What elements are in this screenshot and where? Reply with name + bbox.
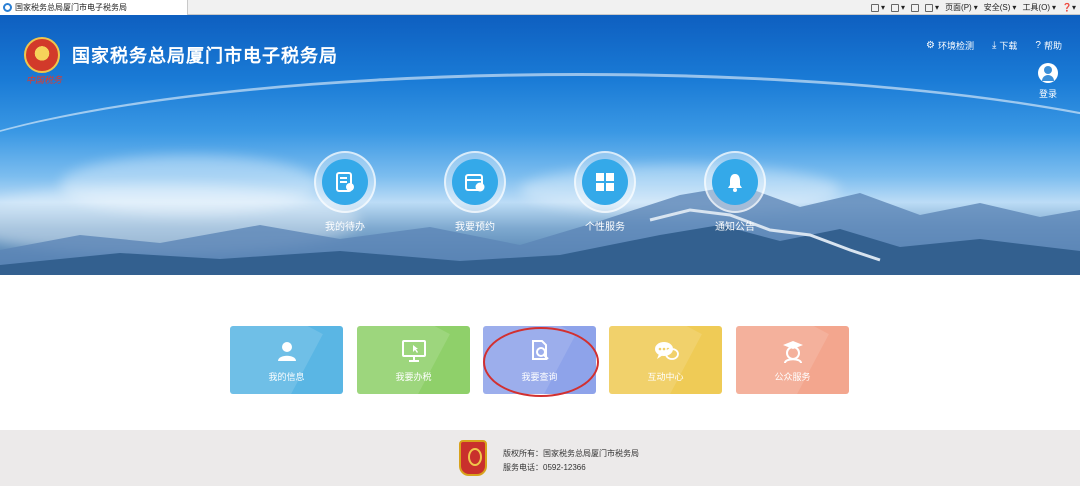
- ie-icon: [3, 3, 12, 12]
- feeds-icon[interactable]: ▾: [891, 3, 905, 12]
- tools-menu[interactable]: 工具(O) ▾: [1022, 2, 1056, 13]
- public-service-tile[interactable]: 公众服务: [736, 326, 849, 394]
- user-icon: [1038, 63, 1058, 83]
- grid-icon: [596, 173, 614, 191]
- browser-chrome: 国家税务总局厦门市电子税务局 ▾ ▾ ▾ 页面(P) ▾ 安全(S) ▾ 工具(O)…: [0, 0, 1080, 15]
- service-phone-text: 服务电话：0592-12366: [503, 463, 586, 472]
- print-icon[interactable]: ▾: [925, 3, 939, 12]
- red-highlight-annotation: [483, 327, 599, 397]
- hero-quick-actions: 我的待办 我要预约 个性服务 通知公告: [310, 151, 780, 241]
- browser-tab[interactable]: 国家税务总局厦门市电子税务局: [0, 0, 188, 15]
- mail-icon[interactable]: [911, 3, 920, 12]
- todo-list-icon: [336, 172, 354, 192]
- env-check-link[interactable]: ⚙ 环境检测: [926, 39, 974, 52]
- notice-button[interactable]: 通知公告: [700, 151, 770, 233]
- help-link[interactable]: ? 帮助: [1035, 39, 1062, 52]
- personal-service-button[interactable]: 个性服务: [570, 151, 640, 233]
- page-footer: 版权所有：国家税务总局厦门市税务局 服务电话：0592-12366: [0, 430, 1080, 486]
- personal-service-label: 个性服务: [585, 222, 625, 233]
- footer-text: 版权所有：国家税务总局厦门市税务局 服务电话：0592-12366: [503, 447, 639, 475]
- download-icon: ⤓: [991, 40, 997, 51]
- bell-icon: [728, 174, 742, 192]
- signature-logo: 中国税务: [26, 76, 63, 86]
- browser-toolbar: ▾ ▾ ▾ 页面(P) ▾ 安全(S) ▾ 工具(O) ▾ ❓▾: [871, 0, 1076, 15]
- my-todo-button[interactable]: 我的待办: [310, 151, 380, 233]
- page-menu[interactable]: 页面(P) ▾: [945, 2, 978, 13]
- wrench-icon: ⚙: [926, 40, 935, 51]
- top-links: ⚙ 环境检测 ⤓ 下载 ? 帮助: [926, 39, 1062, 52]
- national-emblem-icon: [24, 37, 60, 73]
- my-info-tile[interactable]: 我的信息: [230, 326, 343, 394]
- site-title: 国家税务总局厦门市电子税务局: [72, 46, 338, 66]
- hero-banner: 国家税务总局厦门市电子税务局 中国税务 ⚙ 环境检测 ⤓ 下载 ? 帮助 登录: [0, 15, 1080, 275]
- party-government-badge-icon[interactable]: [459, 440, 487, 476]
- notice-label: 通知公告: [715, 222, 755, 233]
- calendar-clock-icon: [465, 174, 485, 192]
- copyright-text: 版权所有：国家税务总局厦门市税务局: [503, 449, 639, 458]
- login-button[interactable]: 登录: [1034, 63, 1062, 100]
- help-menu-icon[interactable]: ❓▾: [1062, 3, 1076, 12]
- site-brand[interactable]: 国家税务总局厦门市电子税务局: [24, 37, 338, 73]
- browser-tab-title: 国家税务总局厦门市电子税务局: [15, 3, 127, 12]
- download-link[interactable]: ⤓ 下载: [992, 39, 1017, 52]
- appointment-label: 我要预约: [455, 222, 495, 233]
- question-icon: ?: [1035, 40, 1041, 51]
- do-tax-tile[interactable]: 我要办税: [357, 326, 470, 394]
- safety-menu[interactable]: 安全(S) ▾: [984, 2, 1017, 13]
- appointment-button[interactable]: 我要预约: [440, 151, 510, 233]
- interaction-tile[interactable]: 互动中心: [609, 326, 722, 394]
- login-label: 登录: [1038, 89, 1057, 99]
- my-todo-label: 我的待办: [325, 222, 365, 233]
- home-icon[interactable]: ▾: [871, 3, 885, 12]
